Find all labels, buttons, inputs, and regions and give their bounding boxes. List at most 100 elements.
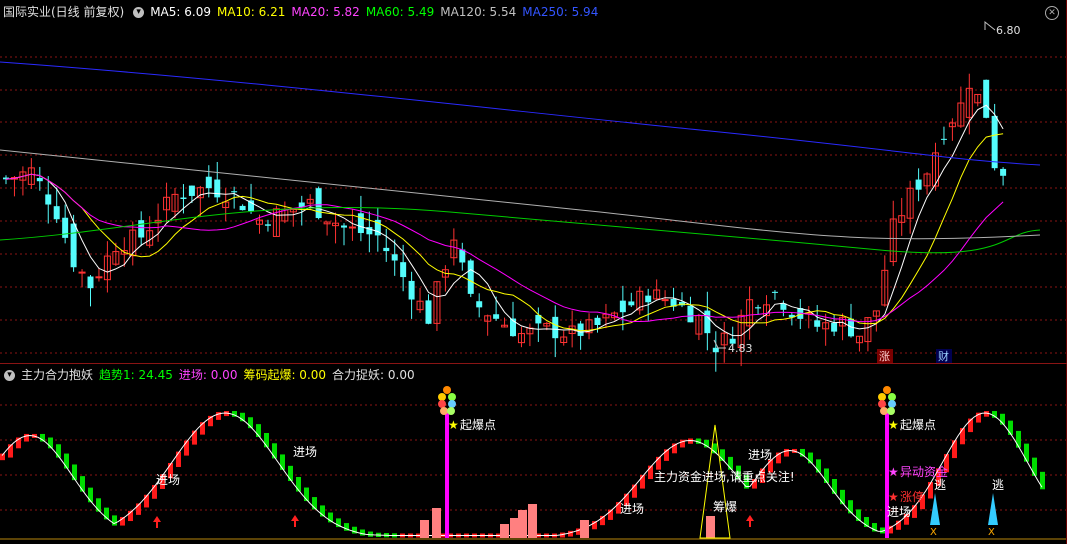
bead — [888, 393, 896, 401]
sub-indicator: X X进场进场进场进场进场★ 起爆点 ★ 起爆点筹爆主力资金进场,请重点关注! ★ 异动资金… — [0, 386, 1045, 539]
escape-marker — [988, 493, 998, 525]
candle-body-down — [188, 185, 195, 196]
bead — [438, 400, 446, 408]
candle-body-down — [755, 307, 762, 309]
attention-text: 主力资金进场,请重点关注! — [654, 469, 795, 484]
chart-canvas[interactable]: X X进场进场进场进场进场★ 起爆点 ★ 起爆点筹爆主力资金进场,请重点关注! ★ 异动资金… — [0, 0, 1067, 544]
bead — [888, 400, 896, 408]
chip-bar — [500, 524, 509, 538]
burst-point-text: 起爆点 — [900, 418, 936, 432]
candle-body-down — [552, 316, 559, 339]
chip-bar — [580, 520, 589, 538]
candle-body-down — [577, 323, 584, 336]
bead — [448, 400, 456, 408]
candle-body-up — [661, 299, 669, 302]
bead — [447, 407, 455, 415]
candle-body-down — [645, 295, 652, 303]
candle-body-down — [70, 223, 77, 268]
trend-bar — [184, 440, 189, 456]
low-price-label: 4.83 — [728, 342, 753, 355]
candle-body-down — [983, 79, 990, 118]
abnormal-funds-text: 异动资金 — [900, 464, 948, 479]
moving-averages — [0, 61, 1041, 337]
trend-bar — [952, 440, 957, 459]
candle-body-down — [704, 310, 711, 334]
candle-body-down — [1000, 168, 1007, 176]
bead — [878, 393, 886, 401]
trend-bar — [24, 433, 29, 442]
trend-bar — [80, 476, 85, 492]
chip-bar — [510, 518, 519, 538]
candle-body-down — [231, 191, 238, 193]
candle-body-down — [62, 217, 69, 238]
candle-body-down — [45, 194, 52, 205]
ma10-line — [5, 133, 1004, 332]
trend-bar — [176, 451, 181, 467]
candle-body-down — [687, 305, 694, 323]
escape-x: X — [930, 527, 937, 538]
candle-body-down — [467, 260, 474, 294]
candle-body-down — [180, 197, 187, 200]
entry-text: 进场 — [887, 505, 911, 519]
candle-body-up — [78, 271, 86, 274]
trend-bar — [1032, 457, 1037, 476]
cai-marker: 财 — [938, 349, 949, 363]
candle-body-down — [400, 262, 407, 278]
trend-bar — [832, 478, 837, 494]
candle-body-down — [315, 188, 322, 219]
chip-bar — [528, 504, 537, 538]
bead — [440, 407, 448, 415]
chip-bar — [518, 510, 527, 538]
candle-body-down — [619, 300, 626, 313]
candle-body-down — [391, 254, 398, 261]
candle-body-down — [493, 314, 500, 319]
limit-up-text: 涨停 — [900, 489, 924, 504]
candle-body-down — [239, 205, 246, 211]
trend-bar — [784, 448, 789, 457]
candle-body-up — [348, 226, 356, 229]
candle-body-down — [991, 115, 998, 169]
chip-bar — [706, 516, 715, 538]
trend-bar — [1016, 430, 1021, 448]
ma120-line — [0, 149, 1041, 240]
star-icon: ★ — [448, 418, 459, 432]
candle-body-down — [87, 276, 94, 289]
candle-body-up — [95, 276, 103, 279]
trend-bar — [272, 443, 277, 459]
bead — [887, 407, 895, 415]
star-icon: ★ — [888, 490, 899, 504]
candle-body-down — [264, 224, 271, 226]
up-arrow — [291, 515, 299, 527]
star-icon: ★ — [888, 418, 899, 432]
bead — [448, 393, 456, 401]
entry-text: 进场 — [620, 502, 644, 516]
trend-bar — [360, 529, 365, 536]
candle-body-down — [594, 317, 601, 325]
bead — [883, 386, 891, 394]
candle-body-down — [36, 177, 43, 182]
high-pointer — [984, 20, 996, 31]
trend-bar — [1024, 443, 1029, 462]
high-price-label: 6.80 — [996, 24, 1021, 37]
burst-point-text: 起爆点 — [460, 418, 496, 432]
candle-body-down — [940, 138, 947, 140]
escape-text: 逃 — [992, 478, 1004, 492]
candle-body-down — [628, 301, 635, 306]
trend-bar — [288, 465, 293, 482]
candle-body-down — [915, 179, 922, 190]
trend-bar — [280, 454, 285, 470]
star-icon: ★ — [888, 465, 899, 479]
bead — [878, 400, 886, 408]
candle-body-down — [383, 247, 390, 252]
annotations: 6.80 4.83 涨 财 — [713, 20, 1021, 363]
candle-body-down — [357, 213, 364, 234]
trend-bar — [112, 515, 117, 526]
up-arrow — [153, 516, 161, 528]
candle-body-down — [831, 322, 838, 332]
escape-x: X — [988, 527, 995, 538]
escape-text: 逃 — [934, 478, 946, 492]
up-arrow — [746, 515, 754, 527]
trend-bar — [64, 453, 69, 469]
entry-text: 进场 — [293, 445, 317, 459]
chip-bar — [420, 520, 429, 538]
